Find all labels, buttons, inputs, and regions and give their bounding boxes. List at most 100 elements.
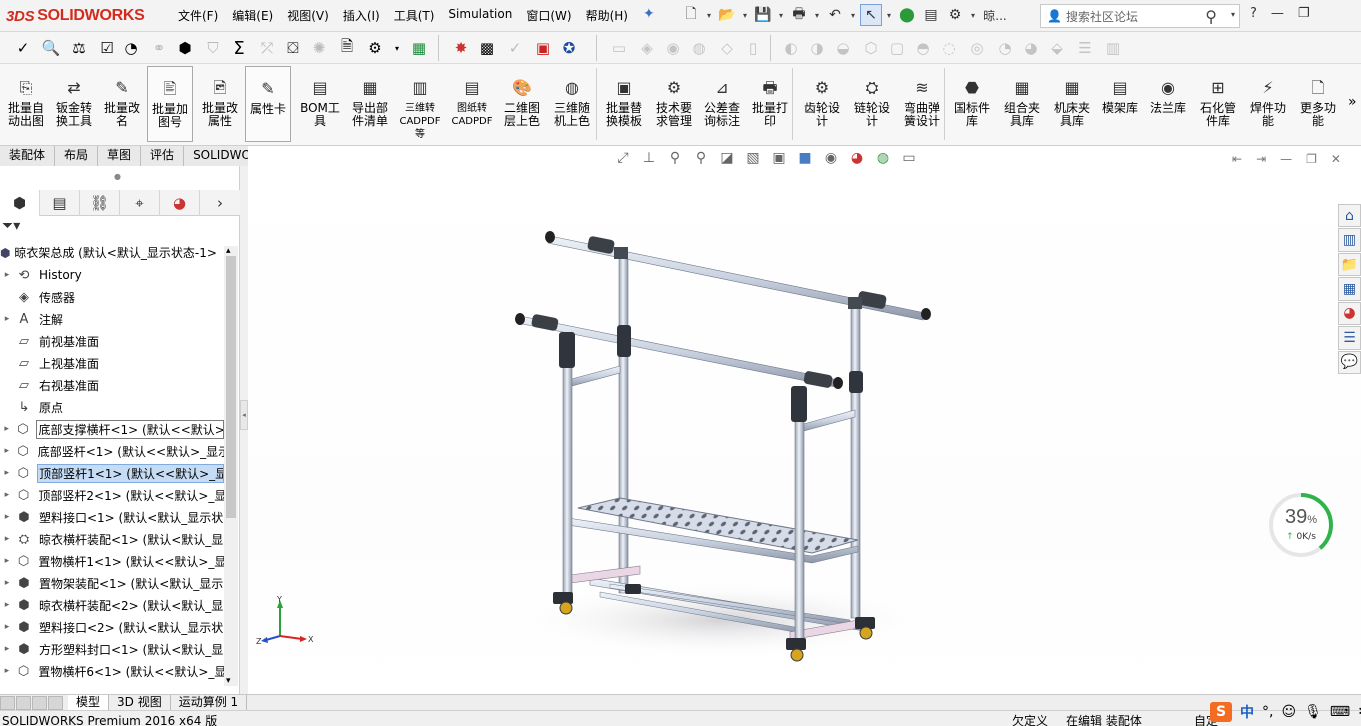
check-document-icon[interactable]: ☑ <box>96 37 118 59</box>
ribbon-button[interactable]: ◉ 法兰库 <box>1145 66 1191 142</box>
expand-arrow-icon[interactable]: ▸ <box>0 622 14 632</box>
custom-properties-icon[interactable]: ☰ <box>1338 326 1361 350</box>
front-left-upright[interactable] <box>562 344 573 601</box>
plastic-connector[interactable] <box>531 314 559 332</box>
design-library-icon[interactable]: ▥ <box>1338 228 1361 252</box>
front-right-upright[interactable] <box>794 394 805 641</box>
caster-wheel[interactable] <box>859 626 873 640</box>
caster-wheel[interactable] <box>786 638 806 650</box>
rack-model-3d[interactable] <box>248 146 1361 694</box>
restore-icon[interactable]: ❐ <box>1298 6 1310 21</box>
report-icon[interactable]: ▣ <box>532 37 554 59</box>
caster-wheel[interactable] <box>625 584 641 594</box>
sparkle-icon[interactable]: ✺ <box>308 37 330 59</box>
expand-arrow-icon[interactable]: ▸ <box>0 314 14 324</box>
tree-node[interactable]: ▸ ⬢ 塑料接口<2> (默认<默认_显示状 <box>0 616 224 638</box>
pattern-icon[interactable]: ▩ <box>476 37 498 59</box>
network-icon[interactable]: ✪ <box>558 37 580 59</box>
save-icon[interactable]: 💾 <box>752 4 774 26</box>
joint-sleeve[interactable] <box>617 325 631 357</box>
sogou-ime-icon[interactable]: S <box>1210 702 1232 722</box>
open-folder-icon[interactable]: 📂 <box>716 4 738 26</box>
plastic-connector[interactable] <box>803 370 833 388</box>
ribbon-button[interactable]: ⊞ 石化管 件库 <box>1195 66 1241 142</box>
tree-node[interactable]: ▸ ⬡ 置物横杆1<1> (默认<<默认>_显 <box>0 550 224 572</box>
menu-item[interactable]: Simulation <box>448 7 512 24</box>
zoom-area-icon[interactable]: ⚲ <box>664 150 686 166</box>
feature-tree-tab-icon[interactable]: ⬢ <box>0 190 40 216</box>
ribbon-button[interactable]: ⎘ 批量自 动出图 <box>3 66 49 142</box>
bottom-tab[interactable]: 3D 视图 <box>109 694 171 711</box>
expand-arrow-icon[interactable]: ▸ <box>0 534 14 544</box>
command-tab[interactable]: 布局 <box>55 146 99 166</box>
view-orient-icon[interactable]: ⊥ <box>638 150 660 166</box>
tree-node[interactable]: ▸ ⬡ 置物横杆6<1> (默认<<默认>_显 <box>0 660 224 682</box>
ribbon-button[interactable]: ⚙ 齿轮设 计 <box>799 66 845 142</box>
command-tab[interactable]: 草图 <box>98 146 142 166</box>
view-orientation-icon[interactable]: ▣ <box>768 150 790 166</box>
keyboard-icon[interactable]: ⌨ <box>1330 704 1350 720</box>
sum-icon[interactable]: Σ <box>228 37 250 59</box>
caster-wheel[interactable] <box>559 601 573 615</box>
display-style-icon[interactable]: ■ <box>794 150 816 166</box>
property-manager-tab-icon[interactable]: ▤ <box>40 190 80 216</box>
scrollbar-thumb[interactable] <box>226 256 236 518</box>
ribbon-button[interactable]: ▤ 模架库 <box>1097 66 1143 142</box>
appearances-icon[interactable]: ◕ <box>1338 301 1361 326</box>
side-crossbar[interactable] <box>799 409 856 433</box>
tree-node[interactable]: ▸ ⬢ 塑料接口<1> (默认<默认_显示状 <box>0 506 224 528</box>
scroll-up-icon[interactable]: ▴ <box>226 246 231 256</box>
configuration-tab-icon[interactable]: ⛓ <box>80 190 120 216</box>
panel-grip[interactable]: ● <box>114 172 121 181</box>
emoji-icon[interactable]: ☺ <box>1281 704 1296 720</box>
ribbon-button[interactable]: ⊿ 公差查 询标注 <box>699 66 745 142</box>
ribbon-button[interactable]: ✎ 属性卡 <box>245 66 291 142</box>
caster-wheel[interactable] <box>790 648 804 662</box>
print-icon[interactable]: 🖶 <box>788 4 810 26</box>
menu-item[interactable]: 窗口(W) <box>526 7 571 24</box>
ribbon-button[interactable]: ▦ 组合夹 具库 <box>999 66 1045 142</box>
tree-node[interactable]: ↳ 原点 <box>0 396 224 418</box>
bottom-tab[interactable]: 运动算例 1 <box>171 694 248 711</box>
tree-node[interactable]: ▸ ⟲ History <box>0 264 224 286</box>
undo-icon[interactable]: ↶ <box>824 4 846 26</box>
solidworks-logo[interactable]: 3DS SOLIDWORKS <box>6 4 152 28</box>
select-pointer-icon[interactable]: ↖ <box>860 4 882 26</box>
tree-node[interactable]: ◈ 传感器 <box>0 286 224 308</box>
joint-sleeve[interactable] <box>559 332 575 368</box>
ribbon-button[interactable]: ⚙ 技术要 求管理 <box>651 66 697 142</box>
spell-check-icon[interactable]: ✓ <box>12 37 34 59</box>
ime-language[interactable]: 中 <box>1240 702 1254 722</box>
bottom-tab[interactable]: 模型 <box>68 694 110 711</box>
punctuation-icon[interactable]: °, <box>1262 704 1273 720</box>
hide-show-icon[interactable]: ◉ <box>820 150 842 166</box>
graphics-area[interactable] <box>248 146 1361 694</box>
file-properties-icon[interactable]: ▤ <box>920 4 942 26</box>
expand-arrow-icon[interactable]: ▸ <box>0 424 13 434</box>
minimize-icon[interactable]: — <box>1271 6 1284 21</box>
minimize-icon[interactable]: — <box>1280 152 1292 166</box>
ribbon-button[interactable]: 🎨 二维图 层上色 <box>499 66 545 142</box>
tree-node[interactable]: ▱ 前视基准面 <box>0 330 224 352</box>
ribbon-button[interactable]: ▣ 批量替 换模板 <box>601 66 647 142</box>
section-icon[interactable]: ⛋ <box>282 37 304 59</box>
section-view-icon[interactable]: ◪ <box>716 150 738 166</box>
menu-item[interactable]: 帮助(H) <box>586 7 628 24</box>
ribbon-button[interactable]: ⬣ 国标件 库 <box>949 66 995 142</box>
chevron-down-icon[interactable]: ▾ <box>884 4 894 26</box>
flow-icon[interactable]: ⤱ <box>256 37 278 59</box>
cube-check-icon[interactable]: ⬢ <box>174 37 196 59</box>
side-crossbar[interactable] <box>567 365 621 388</box>
new-document-icon[interactable]: 🗋 <box>680 4 702 26</box>
tree-node[interactable]: ▸ ⬢ 方形塑料封口<1> (默认<默认_显 <box>0 638 224 660</box>
tree-node[interactable]: ▸ ⛭ 晾衣横杆装配<1> (默认<默认_显 <box>0 528 224 550</box>
ribbon-overflow-icon[interactable]: » <box>1348 94 1357 110</box>
expand-arrow-icon[interactable]: ▸ <box>0 446 13 456</box>
ribbon-button[interactable]: ▤ BOM工 具 <box>297 66 343 142</box>
joint-sleeve[interactable] <box>791 386 807 422</box>
ribbon-button[interactable]: ≋ 弯曲弹 簧设计 <box>899 66 945 142</box>
traffic-light-icon[interactable]: ⬤ <box>896 4 918 26</box>
next-view-icon[interactable]: ⇥ <box>1256 152 1266 166</box>
expand-arrow-icon[interactable]: ▸ <box>0 468 14 478</box>
expand-arrow-icon[interactable]: ▸ <box>0 490 14 500</box>
